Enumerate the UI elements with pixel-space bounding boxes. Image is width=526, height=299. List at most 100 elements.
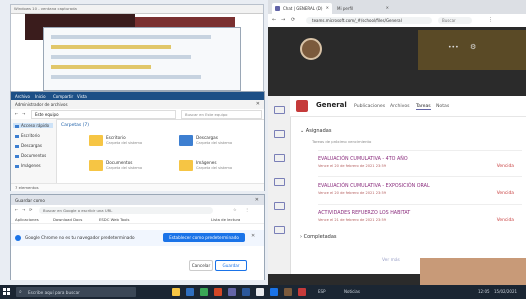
tray-time[interactable]: 12:05 <box>478 289 490 294</box>
bookmark-apps[interactable]: Aplicaciones <box>15 217 39 222</box>
bookmark-esdc[interactable]: ESDC Web Tools <box>99 217 129 222</box>
window-thumbnail[interactable]: Windows 10 - ventana capturada <box>10 4 264 94</box>
close-icon[interactable]: ✕ <box>251 233 255 239</box>
reload-icon[interactable]: ⟳ <box>291 17 295 23</box>
tray-date[interactable]: 15/02/2021 <box>494 289 517 294</box>
explorer-path-input[interactable]: Este equipo <box>31 110 176 119</box>
browser-tab-teams[interactable]: Chat | GENERAL (D) ✕ <box>272 3 332 14</box>
sidebar-item-desktop[interactable]: Escritorio <box>15 133 40 138</box>
folder-item[interactable]: Descargas Carpeta del sistema <box>179 134 232 150</box>
channel-name: General <box>316 101 347 109</box>
folder-subtitle: Carpeta del sistema <box>196 166 233 170</box>
tray-news[interactable]: Noticias <box>344 289 360 294</box>
back-arrow-icon[interactable]: ← <box>15 207 18 212</box>
tab-files[interactable]: Archivos <box>390 104 410 109</box>
view-more-link[interactable]: Ver más <box>382 258 400 263</box>
section-assigned[interactable]: ⌄ Asignadas <box>300 128 331 134</box>
sidebar-item-quick-access[interactable]: Acceso rápido <box>13 123 53 128</box>
folder-item[interactable]: Escritorio Carpeta del sistema <box>89 134 142 150</box>
download-icon <box>15 144 19 148</box>
forward-arrow-icon[interactable]: → <box>22 207 25 212</box>
calendar-icon[interactable] <box>274 202 285 210</box>
dialog-title: Guardar como <box>15 197 45 203</box>
bookmark-reading-list[interactable]: Lista de lectura <box>211 217 240 222</box>
app-taskbar-icon[interactable] <box>284 288 292 296</box>
more-icon[interactable]: ••• <box>448 44 459 51</box>
file-explorer-window: Archivo Inicio Compartir Vista Administr… <box>10 91 265 191</box>
folder-icon <box>179 160 193 171</box>
menu-icon[interactable]: ⋮ <box>245 207 249 212</box>
tray-language[interactable]: ESP <box>318 289 325 294</box>
ribbon-tab-share[interactable]: Compartir <box>53 94 73 99</box>
folder-name: Descargas <box>196 135 218 140</box>
app-taskbar-icon[interactable] <box>270 288 278 296</box>
browser-search-input[interactable]: Buscar <box>438 17 472 24</box>
avatar[interactable] <box>300 38 322 60</box>
app-taskbar-icon[interactable] <box>256 288 264 296</box>
extensions-icon[interactable]: ⋮ <box>488 17 493 23</box>
explorer-ribbon: Archivo Inicio Compartir Vista <box>11 92 264 100</box>
office-taskbar-icon[interactable] <box>214 288 222 296</box>
star-icon[interactable]: ☆ <box>233 207 237 212</box>
chat-icon[interactable] <box>274 130 285 138</box>
folder-item[interactable]: Imágenes Carpeta del sistema <box>179 159 232 175</box>
search-placeholder: Buscar <box>442 18 456 23</box>
teams-icon[interactable] <box>274 154 285 162</box>
ribbon-tab-home[interactable]: Inicio <box>35 94 46 99</box>
divider <box>318 204 522 205</box>
explorer-search-input[interactable]: Buscar en Este equipo <box>181 110 262 119</box>
close-icon[interactable]: ✕ <box>256 101 260 107</box>
back-arrow-icon[interactable]: ← <box>272 17 276 23</box>
default-browser-banner: Google Chrome no es tu navegador predete… <box>11 230 264 246</box>
status-badge: Vencida <box>496 218 514 223</box>
sidebar-item-downloads[interactable]: Descargas <box>15 143 42 148</box>
app-taskbar-icon[interactable] <box>298 288 306 296</box>
forward-arrow-icon[interactable]: → <box>281 17 285 23</box>
folder-name: Imágenes <box>196 160 217 165</box>
word-taskbar-icon[interactable] <box>242 288 250 296</box>
task-title[interactable]: EVALUACIÓN CUMULATIVA - EXPOSICIÓN ORAL <box>318 184 430 189</box>
section-completed[interactable]: › Completadas <box>300 234 337 240</box>
settings-icon[interactable]: ⚙ <box>470 43 476 51</box>
set-default-button[interactable]: Establecer como predeterminado <box>163 233 245 242</box>
files-icon[interactable] <box>274 226 285 234</box>
bookmark-download-docs[interactable]: Download Docs <box>53 217 82 222</box>
omnibox-input[interactable]: Buscar en Google o escribir una URL <box>39 206 213 214</box>
file-explorer-taskbar-icon[interactable] <box>172 288 180 296</box>
chrome-icon <box>15 235 21 241</box>
task-title[interactable]: EVALUACIÓN CUMULATIVA - 4TO AÑO <box>318 157 408 162</box>
windows-start-icon[interactable] <box>3 288 10 295</box>
close-icon[interactable]: ✕ <box>326 5 329 10</box>
tab-notes[interactable]: Notas <box>436 104 449 109</box>
browser-url-input[interactable]: teams.microsoft.com/_#/school/files/Gene… <box>306 17 432 24</box>
ribbon-tab-file[interactable]: Archivo <box>15 94 30 99</box>
back-arrow-icon[interactable]: ← <box>15 111 18 116</box>
status-badge: Vencida <box>496 164 514 169</box>
assignments-icon[interactable] <box>274 178 285 186</box>
chrome-taskbar-icon[interactable] <box>200 288 208 296</box>
teams-taskbar-icon[interactable] <box>228 288 236 296</box>
reload-icon[interactable]: ⟳ <box>29 207 32 212</box>
edge-taskbar-icon[interactable] <box>186 288 194 296</box>
tab-assignments[interactable]: Tareas <box>416 104 431 110</box>
folder-subtitle: Carpeta del sistema <box>196 141 233 145</box>
sidebar-item-documents[interactable]: Documentos <box>15 153 46 158</box>
folder-item[interactable]: Documentos Carpeta del sistema <box>89 159 142 175</box>
tab-posts[interactable]: Publicaciones <box>354 104 385 109</box>
taskbar-search-input[interactable]: ⌕ Escribe aquí para buscar <box>16 287 136 297</box>
forward-arrow-icon[interactable]: → <box>22 111 25 116</box>
task-title[interactable]: ACTIVIDADES REFUERZO LOS HABITAT <box>318 211 410 216</box>
cancel-button[interactable]: Cancelar <box>189 260 213 271</box>
ribbon-tab-view[interactable]: Vista <box>77 94 87 99</box>
save-button[interactable]: Guardar <box>215 260 247 271</box>
close-icon[interactable]: ✕ <box>386 5 389 10</box>
close-icon[interactable]: ✕ <box>255 197 259 203</box>
folder-group-header[interactable]: Carpetas (7) <box>61 123 89 128</box>
activity-icon[interactable] <box>274 106 285 114</box>
explorer-sidebar: Acceso rápido Escritorio Descargas Docum… <box>11 119 57 183</box>
dialog-tabbar: Guardar como ✕ <box>11 195 264 205</box>
taskbar-search-placeholder: Escribe aquí para buscar <box>28 289 80 295</box>
browser-tab-profile[interactable]: Mi perfil ✕ <box>334 3 392 14</box>
sidebar-item-pictures[interactable]: Imágenes <box>15 163 41 168</box>
dialog-footer: Cancelar Guardar <box>11 257 264 281</box>
